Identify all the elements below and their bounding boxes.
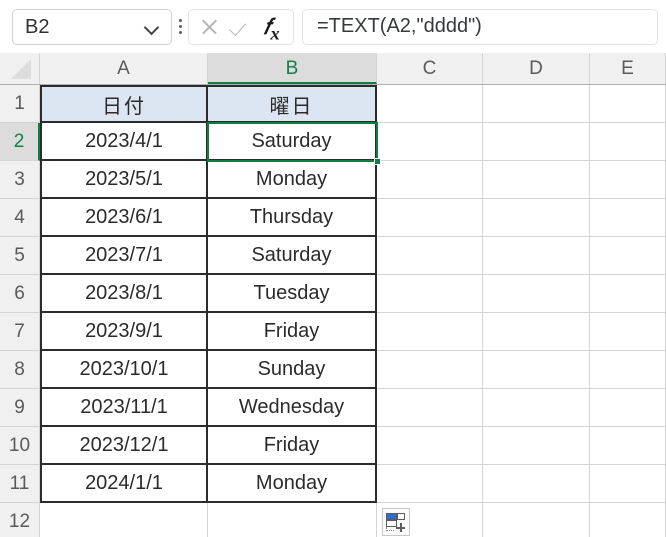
row-header-6[interactable]: 6 bbox=[0, 275, 40, 313]
column-header-b[interactable]: B bbox=[208, 53, 377, 84]
name-box-value: B2 bbox=[25, 15, 50, 38]
cell-A6-date[interactable]: 2023/8/1 bbox=[40, 275, 208, 313]
cell-B7-weekday[interactable]: Friday bbox=[208, 313, 377, 351]
enter-check-icon[interactable] bbox=[228, 14, 254, 40]
cell-C11[interactable] bbox=[377, 465, 483, 503]
cell-B10-weekday[interactable]: Friday bbox=[208, 427, 377, 465]
cell-E5[interactable] bbox=[590, 237, 666, 275]
cell-D3[interactable] bbox=[483, 161, 590, 199]
cell-B8-weekday[interactable]: Sunday bbox=[208, 351, 377, 389]
cell-B3-weekday[interactable]: Monday bbox=[208, 161, 377, 199]
row-header-4[interactable]: 4 bbox=[0, 199, 40, 237]
cell-A7-date[interactable]: 2023/9/1 bbox=[40, 313, 208, 351]
cell-A1-date-header[interactable]: 日付 bbox=[40, 85, 208, 123]
cell-E3[interactable] bbox=[590, 161, 666, 199]
cell-A9-date[interactable]: 2023/11/1 bbox=[40, 389, 208, 427]
cell-E8[interactable] bbox=[590, 351, 666, 389]
cell-D1[interactable] bbox=[483, 85, 590, 123]
column-header-d[interactable]: D bbox=[483, 53, 590, 84]
row-header-12[interactable]: 12 bbox=[0, 503, 40, 537]
column-header-c[interactable]: C bbox=[377, 53, 483, 84]
formula-actions-group: 𝑓x bbox=[188, 8, 294, 45]
dot bbox=[178, 19, 182, 22]
cell-C6[interactable] bbox=[377, 275, 483, 313]
row-header-8[interactable]: 8 bbox=[0, 351, 40, 389]
row-header-2[interactable]: 2 bbox=[0, 123, 40, 161]
cell-D11[interactable] bbox=[483, 465, 590, 503]
formula-input[interactable]: =TEXT(A2,"dddd") bbox=[302, 8, 658, 45]
cell-A2-date[interactable]: 2023/4/1 bbox=[40, 123, 208, 161]
cell-E7[interactable] bbox=[590, 313, 666, 351]
column-header-a[interactable]: A bbox=[40, 53, 208, 84]
column-header-e[interactable]: E bbox=[590, 53, 666, 84]
cancel-x-icon[interactable] bbox=[197, 14, 223, 40]
cell-E2[interactable] bbox=[590, 123, 666, 161]
cell-A8-date[interactable]: 2023/10/1 bbox=[40, 351, 208, 389]
row-header-9[interactable]: 9 bbox=[0, 389, 40, 427]
cell-E1[interactable] bbox=[590, 85, 666, 123]
row-header-5[interactable]: 5 bbox=[0, 237, 40, 275]
cell-C8[interactable] bbox=[377, 351, 483, 389]
row-header-3[interactable]: 3 bbox=[0, 161, 40, 199]
row-header-7[interactable]: 7 bbox=[0, 313, 40, 351]
cell-A11-date[interactable]: 2024/1/1 bbox=[40, 465, 208, 503]
select-all-triangle-icon[interactable] bbox=[0, 53, 40, 84]
dot bbox=[178, 31, 182, 34]
fill-handle[interactable] bbox=[374, 158, 381, 165]
cell-area: 日付 曜日 2023/4/1 Saturday 2023/5/1 Monday 2023/6… bbox=[40, 85, 666, 537]
cell-E4[interactable] bbox=[590, 199, 666, 237]
row-header-column: 1 2 3 4 5 6 7 8 9 10 11 12 bbox=[0, 85, 40, 537]
cell-C9[interactable] bbox=[377, 389, 483, 427]
cell-B4-weekday[interactable]: Thursday bbox=[208, 199, 377, 237]
cell-E12[interactable] bbox=[590, 503, 666, 537]
cell-B5-weekday[interactable]: Saturday bbox=[208, 237, 377, 275]
chevron-down-icon[interactable] bbox=[145, 20, 159, 34]
cell-D6[interactable] bbox=[483, 275, 590, 313]
cell-A10-date[interactable]: 2023/12/1 bbox=[40, 427, 208, 465]
dot bbox=[178, 25, 182, 28]
name-box[interactable]: B2 bbox=[12, 8, 172, 45]
cell-C7[interactable] bbox=[377, 313, 483, 351]
cell-B6-weekday[interactable]: Tuesday bbox=[208, 275, 377, 313]
cell-B12[interactable] bbox=[208, 503, 377, 537]
worksheet-grid: ABCDE 1 2 3 4 5 6 7 8 9 10 11 12 日付 曜日 2023/4/1 Saturd… bbox=[0, 53, 666, 537]
cell-A12[interactable] bbox=[40, 503, 208, 537]
cell-D9[interactable] bbox=[483, 389, 590, 427]
cell-C3[interactable] bbox=[377, 161, 483, 199]
cell-B2-weekday[interactable]: Saturday bbox=[208, 123, 377, 161]
cell-D8[interactable] bbox=[483, 351, 590, 389]
cell-E6[interactable] bbox=[590, 275, 666, 313]
cell-E9[interactable] bbox=[590, 389, 666, 427]
cell-C5[interactable] bbox=[377, 237, 483, 275]
cell-D4[interactable] bbox=[483, 199, 590, 237]
formula-bar-strip: B2 𝑓x =TEXT(A2,"dddd") bbox=[0, 0, 666, 53]
cell-D7[interactable] bbox=[483, 313, 590, 351]
cell-A3-date[interactable]: 2023/5/1 bbox=[40, 161, 208, 199]
row-header-11[interactable]: 11 bbox=[0, 465, 40, 503]
cell-E11[interactable] bbox=[590, 465, 666, 503]
cell-B9-weekday[interactable]: Wednesday bbox=[208, 389, 377, 427]
cell-D5[interactable] bbox=[483, 237, 590, 275]
cell-A4-date[interactable]: 2023/6/1 bbox=[40, 199, 208, 237]
fx-icon[interactable]: 𝑓x bbox=[259, 14, 285, 43]
cell-A5-date[interactable]: 2023/7/1 bbox=[40, 237, 208, 275]
cell-C10[interactable] bbox=[377, 427, 483, 465]
cell-E10[interactable] bbox=[590, 427, 666, 465]
autofill-options-button[interactable] bbox=[382, 508, 410, 536]
autofill-options-icon bbox=[386, 512, 406, 532]
row-header-10[interactable]: 10 bbox=[0, 427, 40, 465]
cell-B11-weekday[interactable]: Monday bbox=[208, 465, 377, 503]
row-header-1[interactable]: 1 bbox=[0, 85, 40, 123]
cell-B1-weekday-header[interactable]: 曜日 bbox=[208, 85, 377, 123]
cell-C1[interactable] bbox=[377, 85, 483, 123]
cell-C2[interactable] bbox=[377, 123, 483, 161]
more-vertical-icon[interactable] bbox=[172, 9, 188, 45]
column-header-row: ABCDE bbox=[0, 53, 666, 85]
cell-D10[interactable] bbox=[483, 427, 590, 465]
cell-D12[interactable] bbox=[483, 503, 590, 537]
cell-C4[interactable] bbox=[377, 199, 483, 237]
cell-D2[interactable] bbox=[483, 123, 590, 161]
